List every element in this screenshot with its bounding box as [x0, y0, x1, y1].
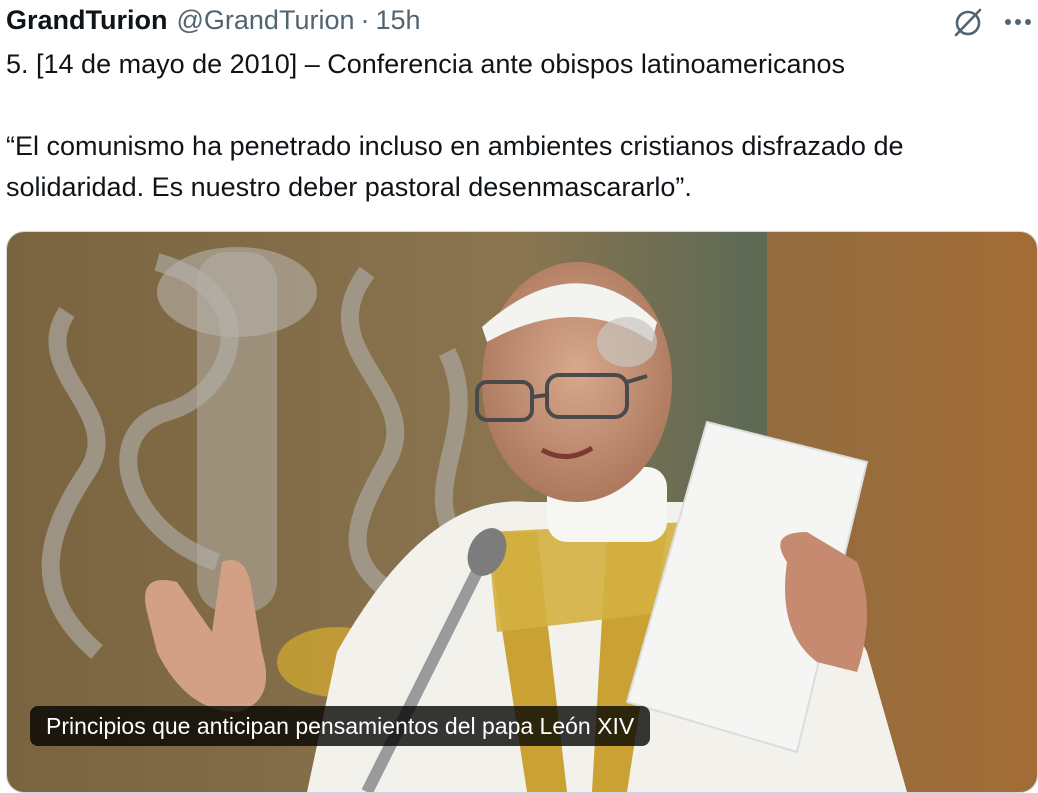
tweet-text-line: “El comunismo ha penetrado incluso en am… [6, 131, 904, 161]
media-caption: Principios que anticipan pensamientos de… [30, 706, 651, 746]
more-options-icon[interactable] [1000, 4, 1036, 40]
grok-icon[interactable] [950, 4, 986, 40]
separator-dot: · [360, 4, 370, 35]
post-timestamp[interactable]: 15h [375, 5, 420, 36]
tweet-header: GrandTurion @GrandTurion · 15h [6, 2, 421, 38]
tweet-text-line: solidaridad. Es nuestro deber pastoral d… [6, 172, 692, 202]
tweet-text: 5. [14 de mayo de 2010] – Conferencia an… [6, 44, 1036, 208]
author-display-name[interactable]: GrandTurion [6, 5, 168, 36]
tweet-text-line: 5. [14 de mayo de 2010] – Conferencia an… [6, 49, 846, 79]
author-handle[interactable]: @GrandTurion [177, 5, 355, 36]
